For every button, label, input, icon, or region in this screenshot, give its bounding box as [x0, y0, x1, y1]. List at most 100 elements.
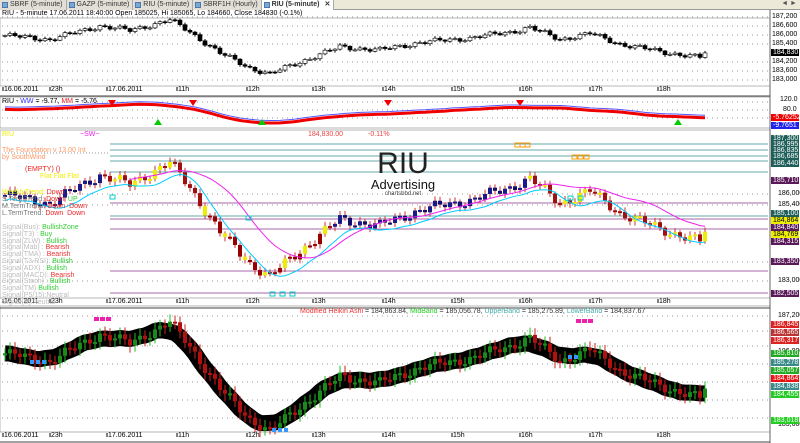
candle	[532, 26, 538, 31]
panel-2	[0, 96, 771, 129]
trend-value: Down	[46, 189, 65, 196]
candle	[657, 48, 663, 52]
candle	[358, 221, 362, 226]
candle	[553, 351, 557, 362]
candle	[502, 32, 508, 36]
candle	[523, 178, 527, 188]
candle	[208, 215, 212, 218]
candle	[668, 234, 672, 237]
candle	[508, 186, 512, 189]
candle	[443, 204, 447, 208]
candle	[382, 46, 388, 49]
candle	[677, 52, 683, 56]
candle	[392, 45, 398, 50]
candle	[453, 359, 457, 362]
time-tick-label: 16h	[521, 86, 533, 93]
candle	[487, 31, 493, 36]
candle	[263, 272, 267, 276]
candle	[622, 43, 628, 47]
price-axis-label: 183,000	[772, 76, 798, 83]
candle	[438, 200, 442, 205]
candle	[598, 192, 602, 195]
candle	[633, 373, 637, 379]
time-tick-label: 14h	[384, 86, 396, 93]
candle	[243, 256, 247, 260]
time-tick-label: 17.06.2011	[108, 432, 143, 439]
candle	[687, 54, 693, 58]
lowerband-value: = 184,837.67	[602, 308, 646, 315]
candle	[317, 53, 323, 60]
signal-dot-icon	[278, 428, 282, 432]
candle	[83, 339, 87, 343]
candle	[308, 245, 312, 248]
candle	[357, 47, 363, 51]
candle	[483, 194, 487, 200]
candle	[82, 28, 88, 31]
candle	[242, 64, 248, 67]
candle	[417, 42, 423, 44]
time-tick-label: 13h	[314, 86, 326, 93]
time-tick-label: 12h	[248, 298, 260, 305]
candle	[418, 209, 422, 212]
band-level-tag: 185,810	[771, 350, 799, 357]
candle	[448, 360, 452, 366]
candle	[578, 192, 582, 202]
candle	[582, 32, 588, 35]
candle	[42, 38, 48, 42]
candle	[388, 222, 392, 225]
candle	[107, 26, 113, 30]
price-axis-label: 183,000	[778, 277, 800, 284]
candle	[353, 225, 357, 228]
time-tick-label: 18h	[659, 86, 671, 93]
candle	[3, 353, 7, 356]
candle	[113, 179, 117, 182]
candle	[692, 53, 698, 56]
candle	[283, 414, 287, 424]
candle	[378, 377, 382, 381]
candle	[332, 48, 338, 51]
upperband-value: = 185,275.89,	[519, 308, 567, 315]
trend-value: Down	[46, 196, 64, 203]
candle	[663, 384, 667, 393]
time-tick-label: 11h	[178, 86, 190, 93]
signal-dot-icon	[94, 317, 99, 321]
candle	[418, 367, 422, 370]
candle	[93, 341, 97, 344]
candle	[528, 175, 532, 179]
candle	[63, 347, 67, 356]
candle	[433, 358, 437, 365]
chart-canvas[interactable]	[0, 0, 800, 443]
candle	[448, 202, 452, 208]
candle	[353, 382, 357, 385]
candle	[308, 401, 312, 404]
candle	[647, 48, 653, 51]
candle	[108, 175, 112, 182]
price-axis-label: 185,400	[772, 40, 798, 47]
candle	[427, 40, 433, 44]
price-axis-label: 185,400	[778, 201, 800, 208]
price-level-tag: 185,710	[771, 177, 799, 184]
candle	[593, 350, 597, 353]
candle	[397, 45, 403, 47]
candle	[443, 362, 447, 366]
candle	[323, 383, 327, 391]
candle	[528, 334, 532, 338]
signal-dot-icon	[588, 319, 593, 323]
trend-value-2: Down	[69, 203, 87, 210]
candle	[698, 234, 702, 242]
signal-dot-icon	[106, 317, 111, 321]
candle	[122, 25, 128, 29]
last-price-tag: 184,830	[771, 48, 799, 56]
candle	[18, 353, 22, 358]
signal-dot-icon	[284, 428, 288, 432]
signal-dot-icon	[42, 360, 46, 364]
candle	[393, 374, 397, 381]
candle	[583, 347, 587, 352]
candle	[327, 49, 333, 52]
signal-dot-icon	[100, 317, 105, 321]
symbol-label: RIU	[2, 131, 15, 138]
mm-value: = -5.76	[73, 98, 97, 105]
candle	[47, 38, 53, 41]
candle	[348, 217, 352, 226]
trend-value: Down	[45, 210, 64, 217]
